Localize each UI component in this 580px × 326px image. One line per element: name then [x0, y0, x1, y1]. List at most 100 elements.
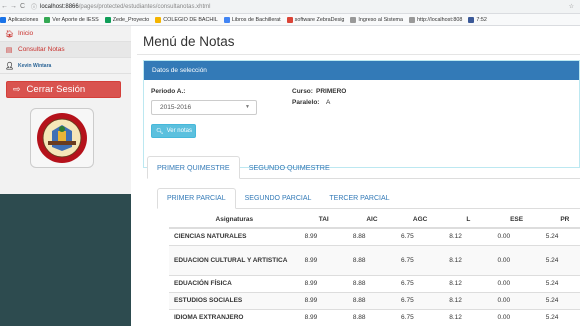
tab-tercer-parcial[interactable]: TERCER PARCIAL — [320, 188, 398, 209]
url-host: localhost:8866 — [40, 3, 79, 10]
grade-cell: 0.00 — [492, 274, 541, 292]
periodo-select[interactable]: 2015-2016 ▼ — [151, 100, 257, 115]
bookmark-icon — [155, 16, 162, 23]
grade-cell: 5.24 — [540, 274, 580, 292]
grade-cell: 6.75 — [396, 227, 445, 245]
main-content: Menú de Notas Datos de selección Periodo… — [131, 26, 580, 326]
bookmark-label: software ZebraDesig — [294, 16, 345, 23]
user-icon: 👤︎ — [5, 62, 14, 70]
grade-cell: 0.00 — [492, 227, 541, 245]
grades-table: Asignaturas TAI AIC AGC L ESE PR CIENCIA… — [169, 211, 580, 326]
school-logo — [30, 108, 94, 168]
chevron-down-icon: ▼ — [245, 104, 250, 110]
grade-cell: 6.75 — [396, 274, 445, 292]
grade-cell: 5.24 — [540, 308, 580, 326]
grade-cell: 6.75 — [396, 244, 445, 275]
divider — [137, 54, 580, 55]
info-icon: ⓘ — [31, 5, 38, 11]
panel-heading: Datos de selección — [144, 61, 579, 80]
parcial-tabs: PRIMER PARCIAL SEGUNDO PARCIAL TERCER PA… — [157, 188, 580, 209]
column-header: AIC — [347, 211, 397, 229]
grade-cell: 8.99 — [299, 274, 348, 292]
grade-cell: 8.88 — [347, 227, 397, 245]
grade-cell: 5.24 — [540, 244, 580, 275]
bookmark-item[interactable]: Ver Aporte de IESS — [44, 16, 99, 23]
table-header-row: Asignaturas TAI AIC AGC L ESE PR — [169, 211, 580, 229]
bookmark-icon — [286, 16, 293, 23]
grade-cell: 8.88 — [347, 308, 397, 326]
bookmark-item[interactable]: Ingreso al Sistema — [350, 16, 403, 23]
bookmark-item[interactable]: Aplicaciones — [0, 16, 38, 23]
bookmark-label: Libros de Bachillerat — [231, 16, 281, 23]
table-row: IDIOMA EXTRANJERO 8.99 8.88 6.75 8.12 0.00 5.2… — [169, 308, 580, 326]
sidebar-item-label: Consultar Notas — [18, 46, 65, 53]
bookmark-item[interactable]: COLEGIO DE BACHIL — [155, 16, 218, 23]
tab-primer-parcial[interactable]: PRIMER PARCIAL — [157, 188, 236, 209]
grade-cell: 0.00 — [492, 291, 541, 309]
sidebar: 🏠︎ Inicio ▤ Consultar Notas 👤︎ Kevin Win… — [0, 26, 131, 326]
column-header: L — [444, 211, 493, 229]
grade-cell: 5.24 — [540, 227, 580, 245]
periodo-label: Periodo A.: — [151, 88, 186, 95]
bookmark-item[interactable]: 7:52 — [468, 16, 487, 23]
bookmark-icon — [468, 16, 475, 23]
bookmark-icon — [104, 16, 111, 23]
grade-cell: 8.99 — [299, 244, 348, 275]
grade-cell: 8.99 — [299, 291, 348, 309]
grade-cell: 8.88 — [347, 291, 397, 309]
sidebar-item-label: Inicio — [18, 30, 34, 37]
home-icon: 🏠︎ — [5, 30, 14, 38]
star-icon[interactable]: ☆ — [569, 3, 574, 10]
subject-cell: CIENCIAS NATURALES — [169, 227, 300, 245]
grade-cell: 8.12 — [444, 244, 493, 275]
search-icon: 🔍︎ — [156, 128, 164, 135]
url-field[interactable]: ⓘ localhost:8866 /pages/protected/estudi… — [31, 2, 211, 12]
sidebar-item-inicio[interactable]: 🏠︎ Inicio — [0, 26, 131, 42]
paralelo-value: A — [326, 99, 331, 106]
bookmark-item[interactable]: software ZebraDesig — [286, 16, 345, 23]
quimestre-tabs: PRIMER QUIMESTRE SEGUNDO QUIMESTRE — [147, 156, 580, 179]
bookmark-icon — [44, 16, 51, 23]
grade-cell: 8.88 — [347, 274, 397, 292]
grade-cell: 0.00 — [492, 244, 541, 275]
paralelo-label: Paralelo: — [292, 99, 320, 106]
grade-cell: 8.12 — [444, 308, 493, 326]
bookmarks-bar: Aplicaciones Ver Aporte de IESS Zede_Proye… — [0, 14, 580, 26]
column-header: AGC — [396, 211, 445, 229]
subject-cell: EDUACIÓN FÍSICA — [169, 274, 300, 292]
tab-segundo-parcial[interactable]: SEGUNDO PARCIAL — [236, 188, 321, 209]
bookmark-label: Ver Aporte de IESS — [52, 16, 99, 23]
bookmark-label: http://localhost:808 — [417, 16, 463, 23]
url-path: /pages/protected/estudiantes/consultanot… — [78, 3, 211, 10]
school-crest-icon — [37, 113, 87, 163]
bookmark-label: COLEGIO DE BACHIL — [163, 16, 218, 23]
bookmark-icon — [0, 16, 6, 23]
reload-icon[interactable]: C — [18, 3, 27, 10]
back-icon[interactable]: ← — [0, 3, 9, 10]
column-header: TAI — [299, 211, 348, 229]
tab-primer-quimestre[interactable]: PRIMER QUIMESTRE — [147, 156, 240, 179]
grade-cell: 8.99 — [299, 308, 348, 326]
logout-button[interactable]: ⇨ Cerrar Sesión — [6, 81, 121, 98]
browser-address-bar: ← → C ⓘ localhost:8866 /pages/protected/… — [0, 0, 580, 14]
bookmark-label: 7:52 — [476, 16, 487, 23]
grade-cell: 6.75 — [396, 308, 445, 326]
ver-notas-button[interactable]: 🔍︎ Ver notas — [151, 124, 196, 138]
bookmark-item[interactable]: http://localhost:808 — [409, 16, 463, 23]
bookmark-icon — [409, 16, 416, 23]
table-icon: ▤ — [5, 46, 13, 54]
sign-out-icon: ⇨ — [13, 84, 21, 94]
sidebar-item-consultar-notas[interactable]: ▤ Consultar Notas — [0, 42, 131, 58]
grade-cell: 0.00 — [492, 308, 541, 326]
grade-cell: 8.12 — [444, 274, 493, 292]
forward-icon[interactable]: → — [9, 3, 18, 10]
bookmark-item[interactable]: Libros de Bachillerat — [223, 16, 281, 23]
table-row: ESTUDIOS SOCIALES 8.99 8.88 6.75 8.12 0.00 5.2… — [169, 291, 580, 309]
grade-cell: 8.12 — [444, 291, 493, 309]
sidebar-item-user[interactable]: 👤︎ Kevin Wintara — [0, 58, 131, 74]
bookmark-icon — [350, 16, 357, 23]
bookmark-label: Zede_Proyecto — [112, 16, 150, 23]
tab-segundo-quimestre[interactable]: SEGUNDO QUIMESTRE — [240, 156, 339, 179]
ver-notas-label: Ver notas — [166, 128, 192, 134]
bookmark-item[interactable]: Zede_Proyecto — [104, 16, 150, 23]
